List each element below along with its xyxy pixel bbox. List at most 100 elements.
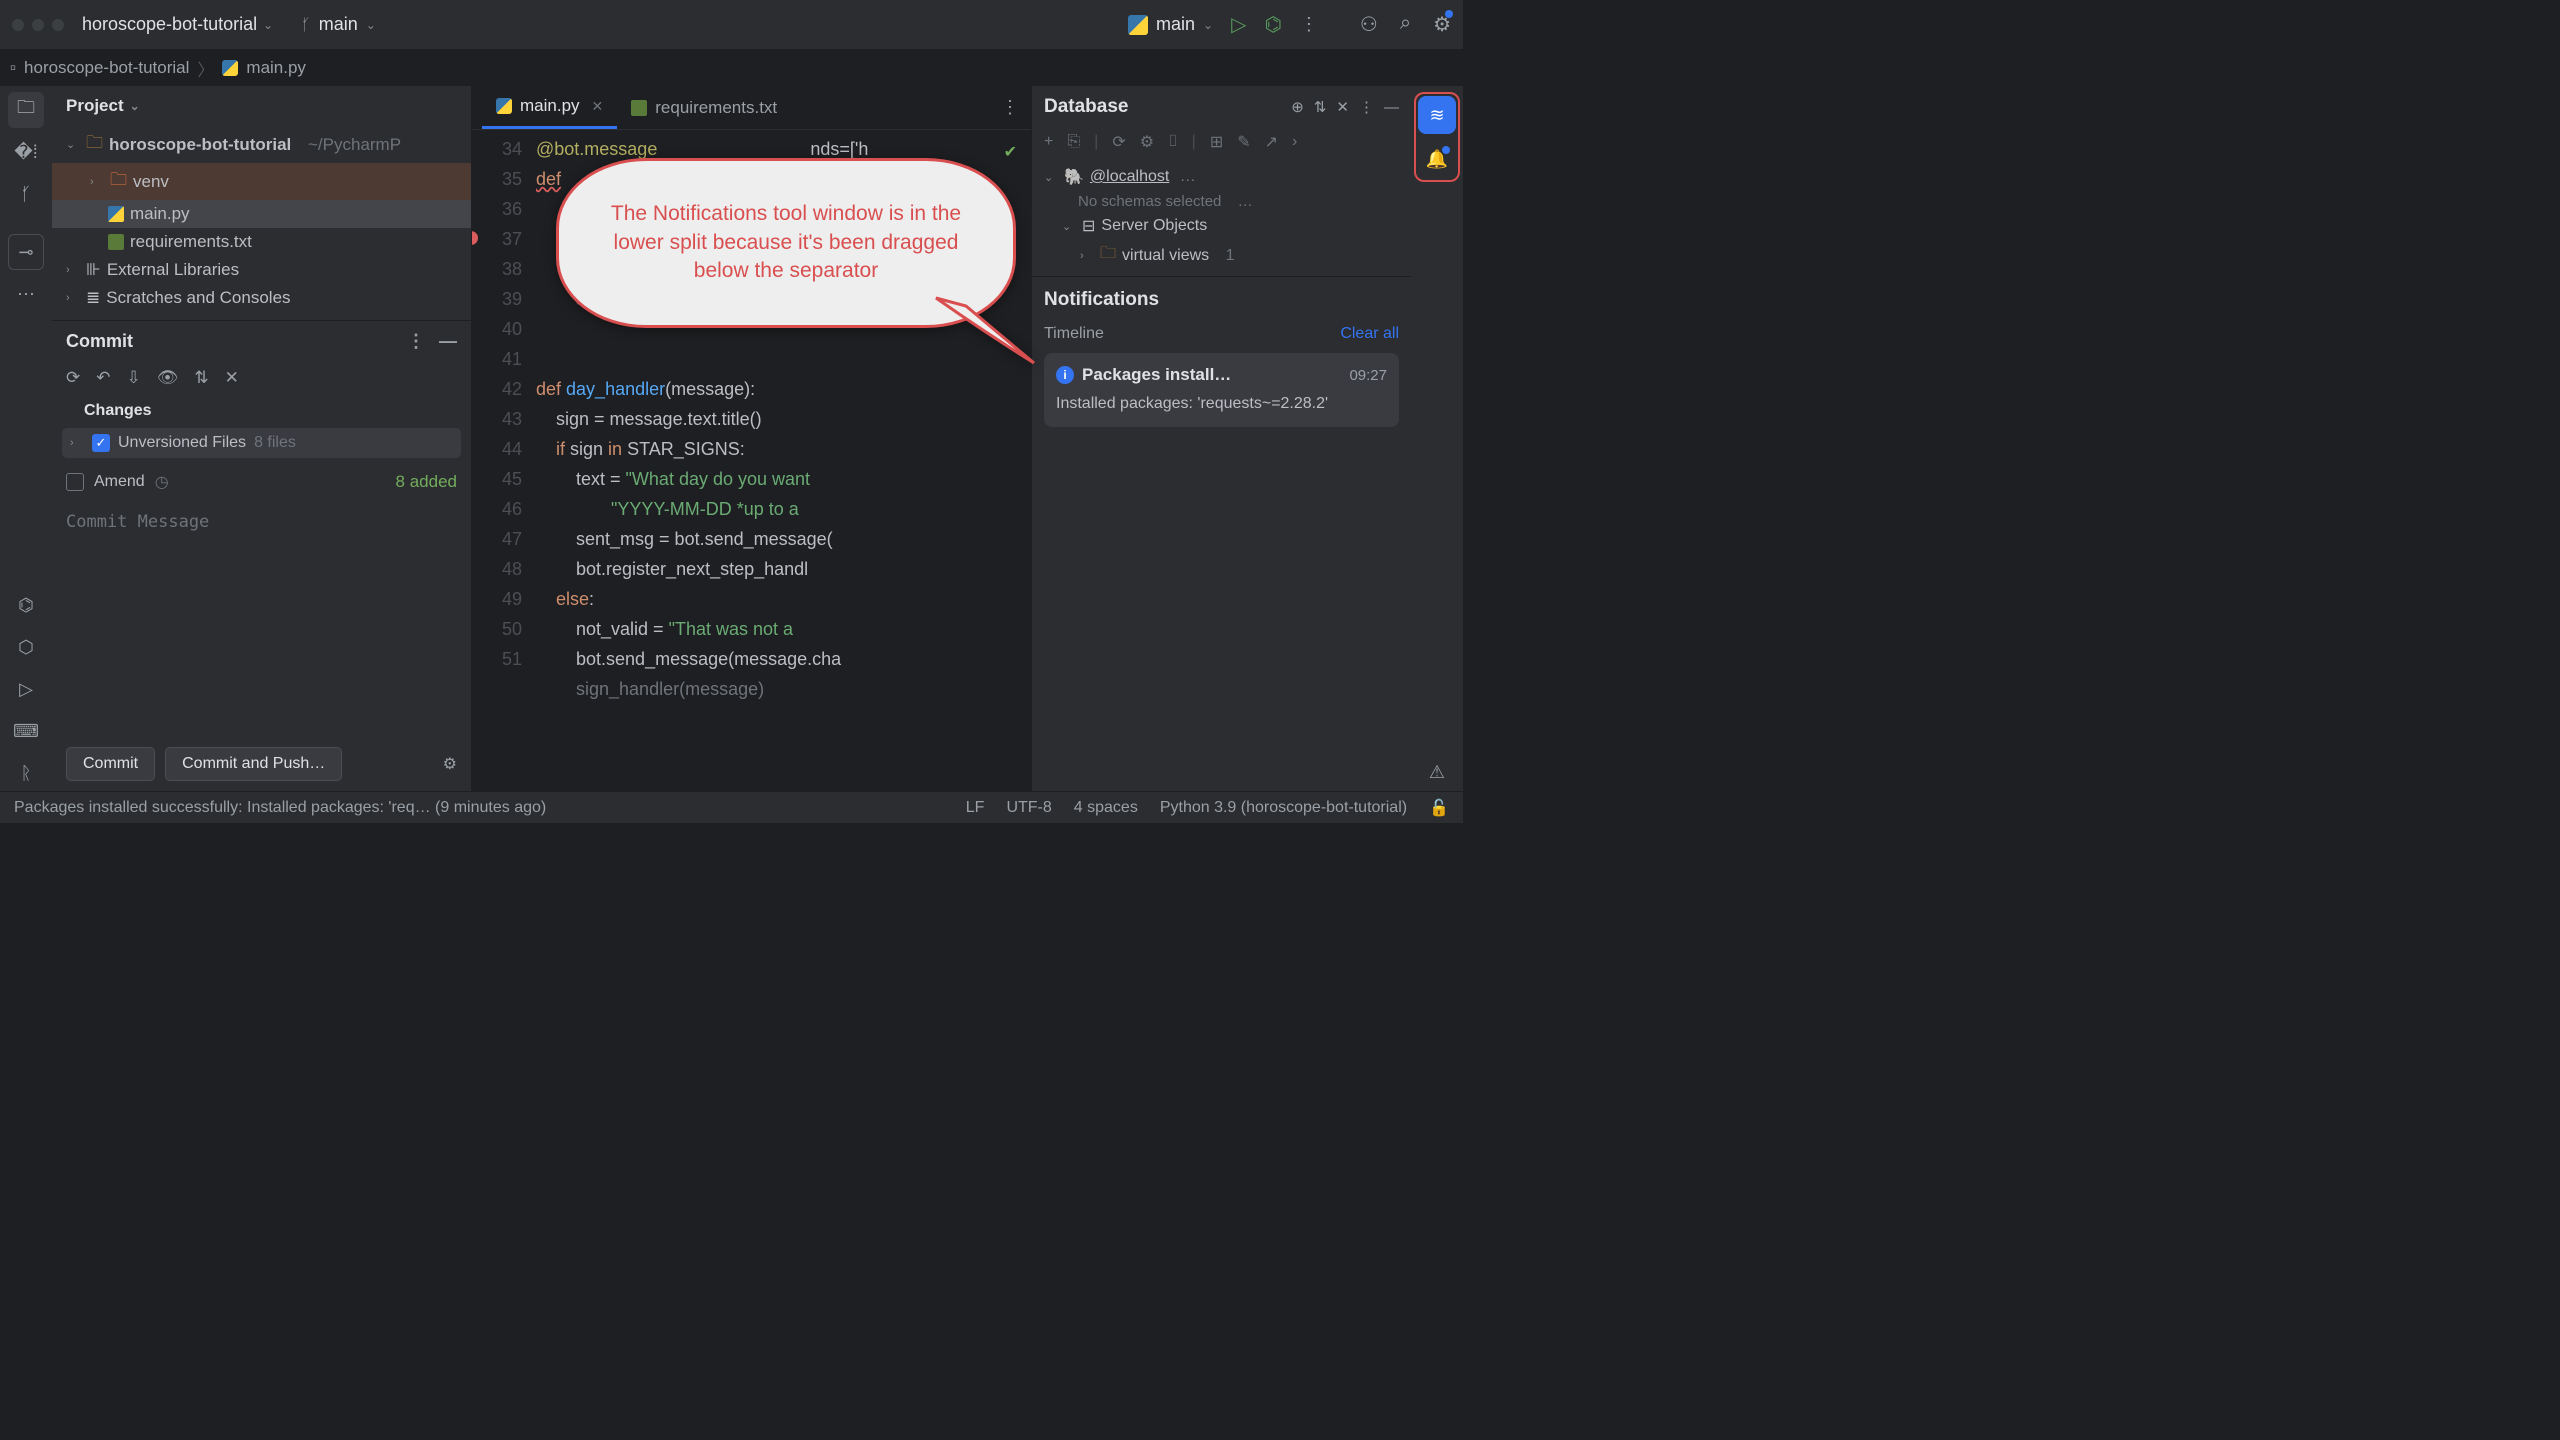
server-objects[interactable]: Server Objects xyxy=(1101,217,1207,235)
editor-tabs: main.py ✕ requirements.txt ⋮ xyxy=(472,86,1031,130)
clear-all-button[interactable]: Clear all xyxy=(1340,325,1399,343)
more-button[interactable]: ⋮ xyxy=(1300,14,1320,35)
checkbox-checked[interactable]: ✓ xyxy=(92,434,110,452)
db-host[interactable]: @localhost xyxy=(1090,168,1169,186)
virtual-views[interactable]: virtual views xyxy=(1122,247,1209,265)
run-button[interactable]: ▷ xyxy=(1231,12,1246,37)
run-tool-button[interactable]: ▷ xyxy=(8,671,44,707)
project-panel-header: Project ⌄ xyxy=(52,86,471,126)
commit-push-button[interactable]: Commit and Push… xyxy=(165,747,342,781)
tree-scratches[interactable]: Scratches and Consoles xyxy=(106,288,290,308)
interpreter[interactable]: Python 3.9 (horoscope-bot-tutorial) xyxy=(1160,799,1407,817)
window-controls[interactable] xyxy=(12,19,64,31)
annotation-highlight: ≋ 🔔 xyxy=(1414,92,1460,182)
tabs-more-icon[interactable]: ⋮ xyxy=(1001,97,1021,118)
debug-tool-button[interactable]: ⌬ xyxy=(8,587,44,623)
history-icon[interactable]: ◷ xyxy=(155,472,169,492)
console-icon[interactable]: ⌷ xyxy=(1168,133,1178,151)
tree-venv[interactable]: venv xyxy=(133,172,169,192)
notification-title: Packages install… xyxy=(1082,365,1341,385)
terminal-button[interactable]: ⌨ xyxy=(8,713,44,749)
database-panel-header: Database ⊕ ⇅ ✕ ⋮ — xyxy=(1032,86,1411,128)
unversioned-files-row[interactable]: › ✓ Unversioned Files 8 files xyxy=(62,428,461,458)
python-console-button[interactable]: ⬡ xyxy=(8,629,44,665)
expand-icon[interactable]: ⇅ xyxy=(1314,98,1327,116)
amend-checkbox[interactable] xyxy=(66,473,84,491)
project-selector[interactable]: horoscope-bot-tutorial ⌄ xyxy=(82,14,273,35)
table-icon[interactable]: ⊞ xyxy=(1210,132,1223,152)
expand-icon[interactable]: ⇅ xyxy=(194,368,208,388)
project-tree[interactable]: ⌄🗀horoscope-bot-tutorial ~/PycharmP ›🗀ve… xyxy=(52,126,471,320)
notification-body: Installed packages: 'requests~=2.28.2' xyxy=(1056,393,1387,415)
add-datasource-icon[interactable]: + xyxy=(1044,133,1053,151)
hide-icon[interactable]: ✕ xyxy=(1336,98,1349,116)
jump-icon[interactable]: ↗ xyxy=(1265,132,1278,152)
close-tab-icon[interactable]: ✕ xyxy=(592,98,604,115)
crumb-root[interactable]: horoscope-bot-tutorial xyxy=(24,58,189,78)
project-name: horoscope-bot-tutorial xyxy=(82,14,257,35)
more-tool-button[interactable]: ⋯ xyxy=(8,276,44,312)
branch-selector[interactable]: ᚶ main ⌄ xyxy=(301,14,376,35)
commit-tool-button[interactable]: ⊸ xyxy=(8,234,44,270)
tree-root-path: ~/PycharmP xyxy=(308,135,401,155)
library-icon: ⊪ xyxy=(86,260,101,280)
python-icon xyxy=(108,206,124,222)
database-title: Database xyxy=(1044,96,1281,118)
tree-ext-lib[interactable]: External Libraries xyxy=(107,260,239,280)
shelve-icon[interactable]: ⇩ xyxy=(127,368,141,388)
commit-message-input[interactable]: Commit Message xyxy=(52,502,471,737)
tree-root[interactable]: horoscope-bot-tutorial xyxy=(109,135,291,155)
tab-requirements[interactable]: requirements.txt xyxy=(617,86,791,129)
tree-reqs[interactable]: requirements.txt xyxy=(130,232,252,252)
refresh-icon[interactable]: ⟳ xyxy=(66,368,80,388)
status-message[interactable]: Packages installed successfully: Install… xyxy=(14,799,546,817)
search-icon[interactable]: ⌕ xyxy=(1400,12,1411,37)
chevron-down-icon: ⌄ xyxy=(366,18,376,32)
rollback-icon[interactable]: ↶ xyxy=(96,368,110,388)
notification-card[interactable]: i Packages install… 09:27 Installed pack… xyxy=(1044,353,1399,427)
chevron-down-icon[interactable]: ⌄ xyxy=(130,99,140,113)
breakpoint-icon[interactable] xyxy=(472,231,478,245)
refresh-icon[interactable]: ⟳ xyxy=(1112,132,1125,152)
database-tool-button[interactable]: ≋ xyxy=(1418,96,1456,134)
database-toolbar: + ⎘ | ⟳ ⚙ ⌷ | ⊞ ✎ ↗ › xyxy=(1032,128,1411,160)
tree-mainpy[interactable]: main.py xyxy=(130,204,190,224)
run-config-selector[interactable]: main ⌄ xyxy=(1128,14,1213,35)
group-icon[interactable]: ✕ xyxy=(225,368,239,388)
settings-button[interactable]: ⚙ xyxy=(1433,12,1451,37)
info-icon: i xyxy=(1056,366,1074,384)
text-file-icon xyxy=(108,234,124,250)
commit-button[interactable]: Commit xyxy=(66,747,155,781)
properties-icon[interactable]: ⚙ xyxy=(1140,132,1154,152)
python-icon xyxy=(496,98,512,114)
branch-icon: ᚶ xyxy=(301,15,311,34)
edit-icon[interactable]: ✎ xyxy=(1237,132,1250,152)
more-icon[interactable]: › xyxy=(1292,133,1297,151)
code-with-me-icon[interactable]: ⚇ xyxy=(1360,12,1378,37)
notifications-tool-button[interactable]: 🔔 xyxy=(1418,140,1456,178)
crumb-file[interactable]: main.py xyxy=(246,58,306,78)
minimize-icon[interactable]: — xyxy=(439,331,457,352)
options-icon[interactable]: ⋮ xyxy=(1359,98,1374,116)
lock-icon[interactable]: 🔓 xyxy=(1429,798,1449,818)
git-button[interactable]: ᚱ xyxy=(8,755,44,791)
minimize-icon[interactable]: — xyxy=(1384,99,1399,116)
duplicate-icon[interactable]: ⎘ xyxy=(1067,133,1080,151)
vcs-tool-button[interactable]: ᚶ xyxy=(8,176,44,212)
branch-name: main xyxy=(319,14,358,35)
commit-options-icon[interactable]: ⋮ xyxy=(407,331,425,352)
problems-tool-button[interactable]: ⚠ xyxy=(1418,753,1456,791)
amend-label: Amend xyxy=(94,473,145,491)
tab-main[interactable]: main.py ✕ xyxy=(482,86,617,129)
gutter[interactable]: 34 35 36 37 38 39 40 41 42 43 44 45 46 4… xyxy=(472,130,536,791)
structure-tool-button[interactable]: �⁞ xyxy=(8,134,44,170)
commit-settings-icon[interactable]: ⚙ xyxy=(443,754,457,774)
target-icon[interactable]: ⊕ xyxy=(1291,98,1304,116)
database-tree[interactable]: ⌄🐘@localhost … No schemas selected … ⌄⊟S… xyxy=(1032,160,1411,276)
project-tool-button[interactable]: 🗀 xyxy=(8,92,44,128)
line-separator[interactable]: LF xyxy=(966,799,985,817)
encoding[interactable]: UTF-8 xyxy=(1006,799,1051,817)
debug-button[interactable]: ⌬ xyxy=(1264,12,1281,37)
diff-icon[interactable]: 👁 xyxy=(157,368,179,388)
indent[interactable]: 4 spaces xyxy=(1074,799,1138,817)
